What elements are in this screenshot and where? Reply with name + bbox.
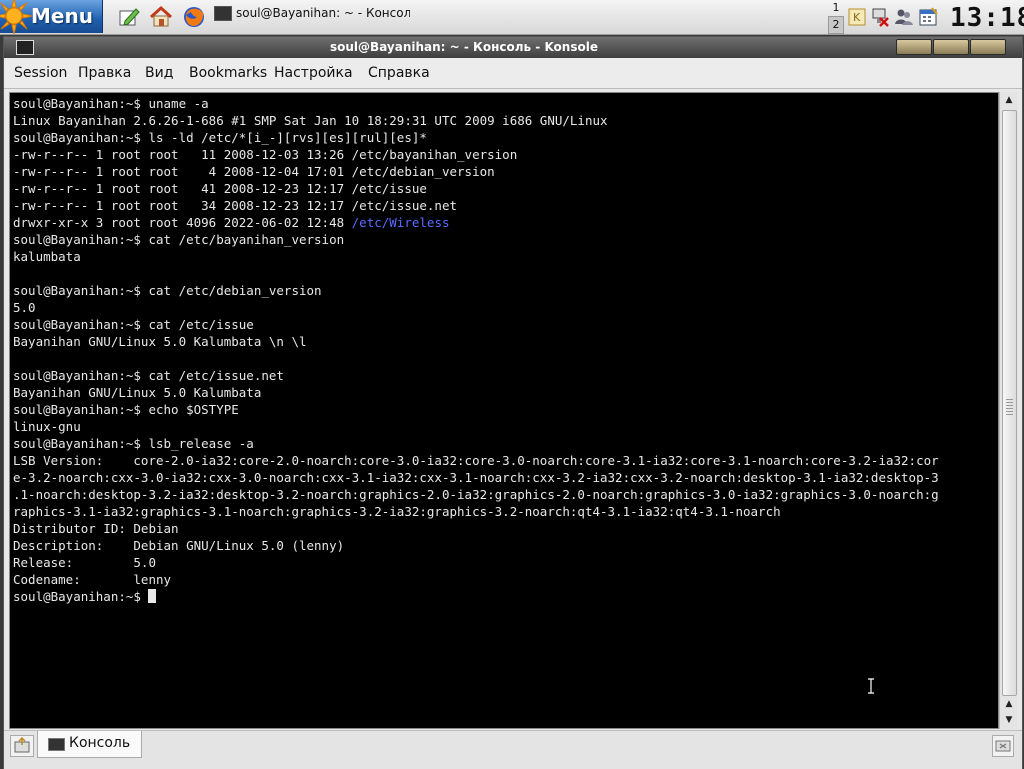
terminal-line: drwxr-xr-x 3 root root 4096 2022-06-02 1…	[13, 214, 939, 231]
firefox-icon[interactable]	[182, 5, 206, 29]
terminal-line: Linux Bayanihan 2.6.26-1-686 #1 SMP Sat …	[13, 113, 608, 128]
taskbar-item-label: soul@Bayanihan: ~ - Консоль -	[236, 6, 410, 20]
network-disconnected-icon[interactable]	[870, 6, 890, 28]
tab-label: Консоль	[69, 735, 131, 751]
terminal-line: LSB Version: core-2.0-ia32:core-2.0-noar…	[13, 453, 939, 468]
maximize-button[interactable]	[933, 39, 969, 55]
scroll-up-arrow-icon[interactable]: ▲	[1000, 92, 1018, 108]
terminal-line: -rw-r--r-- 1 root root 11 2008-12-03 13:…	[13, 147, 518, 162]
text-cursor	[148, 589, 157, 603]
desktop-pager[interactable]: 1 2	[828, 0, 844, 34]
close-tab-icon	[995, 740, 1011, 752]
terminal-line-text: drwxr-xr-x 3 root root 4096 2022-06-02 1…	[13, 215, 352, 230]
main-menu-label: Menu	[31, 4, 93, 28]
terminal-line: soul@Bayanihan:~$ cat /etc/debian_versio…	[13, 283, 322, 298]
menu-bookmarks[interactable]: Bookmarks	[189, 65, 267, 81]
editor-icon[interactable]	[117, 5, 141, 29]
menu-settings[interactable]: Настройка	[274, 65, 353, 81]
new-session-button[interactable]	[10, 735, 34, 757]
svg-text:K: K	[853, 11, 861, 24]
main-menu-button[interactable]: Menu	[0, 0, 103, 35]
new-tab-icon	[14, 736, 30, 753]
terminal-line: -rw-r--r-- 1 root root 4 2008-12-04 17:0…	[13, 164, 495, 179]
menu-view[interactable]: Вид	[145, 65, 173, 81]
tab-konsole[interactable]: Консоль	[37, 731, 142, 758]
terminal-line: Codename: lenny	[13, 572, 172, 587]
home-icon[interactable]	[149, 5, 173, 29]
terminal-line: -rw-r--r-- 1 root root 41 2008-12-23 12:…	[13, 181, 427, 196]
terminal-line: 5.0	[13, 300, 36, 315]
pager-desktop-2[interactable]: 2	[828, 16, 844, 34]
mouse-ibeam-icon	[868, 678, 874, 694]
terminal-line: soul@Bayanihan:~$ uname -a	[13, 96, 209, 111]
terminal-line: soul@Bayanihan:~$ cat /etc/issue.net	[13, 368, 284, 383]
window-titlebar[interactable]: soul@Bayanihan: ~ - Консоль - Konsole	[4, 37, 1022, 58]
taskbar-konsole-item[interactable]: soul@Bayanihan: ~ - Консоль -	[214, 6, 410, 28]
terminal-line: kalumbata	[13, 249, 81, 264]
clock[interactable]: 13:18	[950, 3, 1024, 33]
menu-help[interactable]: Справка	[368, 65, 430, 81]
close-session-button[interactable]	[992, 735, 1014, 757]
directory-name: /etc/Wireless	[351, 215, 450, 230]
minimize-button[interactable]	[896, 39, 932, 55]
scrollbar-thumb[interactable]	[1002, 110, 1017, 696]
session-tab-bar: Консоль	[4, 730, 1022, 769]
terminal-line: -rw-r--r-- 1 root root 34 2008-12-23 12:…	[13, 198, 458, 213]
terminal-line: Distributor ID: Debian	[13, 521, 179, 536]
terminal-line: Description: Debian GNU/Linux 5.0 (lenny…	[13, 538, 345, 553]
terminal-line: Bayanihan GNU/Linux 5.0 Kalumbata	[13, 385, 262, 400]
window-title: soul@Bayanihan: ~ - Консоль - Konsole	[330, 40, 598, 54]
terminal-line: soul@Bayanihan:~$ cat /etc/bayanihan_ver…	[13, 232, 345, 247]
sun-logo-icon	[0, 0, 33, 35]
scroll-up-arrow-icon[interactable]: ▲	[1000, 696, 1018, 712]
terminal-prompt: soul@Bayanihan:~$	[13, 589, 149, 604]
terminal-line: soul@Bayanihan:~$ lsb_release -a	[13, 436, 254, 451]
terminal-line: soul@Bayanihan:~$ cat /etc/issue	[13, 317, 254, 332]
pager-desktop-1[interactable]: 1	[828, 0, 844, 16]
close-button[interactable]	[970, 39, 1006, 55]
terminal-line: linux-gnu	[13, 419, 81, 434]
terminal-line: Bayanihan GNU/Linux 5.0 Kalumbata \n \l	[13, 334, 307, 349]
terminal-icon	[214, 6, 232, 21]
menu-session[interactable]: Session	[14, 65, 67, 81]
scroll-down-arrow-icon[interactable]: ▼	[1000, 712, 1018, 728]
terminal-line: .1-noarch:desktop-3.2-ia32:desktop-3.2-n…	[13, 487, 939, 502]
terminal-line: soul@Bayanihan:~$	[13, 588, 939, 605]
terminal-line: soul@Bayanihan:~$ ls -ld /etc/*[i_-][rvs…	[13, 130, 427, 145]
users-icon[interactable]	[894, 6, 914, 28]
terminal-output: soul@Bayanihan:~$ uname -a Linux Bayaniha…	[13, 95, 939, 605]
menu-edit[interactable]: Правка	[78, 65, 131, 81]
top-panel: Menu soul@Bayanihan: ~ - Консоль - 1 2 K	[0, 0, 1024, 35]
terminal-line: e-3.2-noarch:cxx-3.0-ia32:cxx-3.0-noarch…	[13, 470, 939, 485]
terminal-icon	[48, 738, 65, 751]
calendar-icon[interactable]	[918, 6, 938, 28]
keyboard-layout-icon[interactable]: K	[847, 6, 867, 28]
menu-bar: Session Правка Вид Bookmarks Настройка С…	[4, 58, 1022, 89]
konsole-window: soul@Bayanihan: ~ - Консоль - Konsole Se…	[3, 36, 1023, 769]
terminal-line: raphics-3.1-ia32:graphics-3.1-noarch:gra…	[13, 504, 781, 519]
grip-icon	[1006, 399, 1013, 415]
terminal-view[interactable]: soul@Bayanihan:~$ uname -a Linux Bayaniha…	[9, 92, 999, 729]
terminal-line: soul@Bayanihan:~$ echo $OSTYPE	[13, 402, 239, 417]
terminal-line: Release: 5.0	[13, 555, 156, 570]
vertical-scrollbar[interactable]: ▲ ▲ ▼	[999, 92, 1018, 729]
